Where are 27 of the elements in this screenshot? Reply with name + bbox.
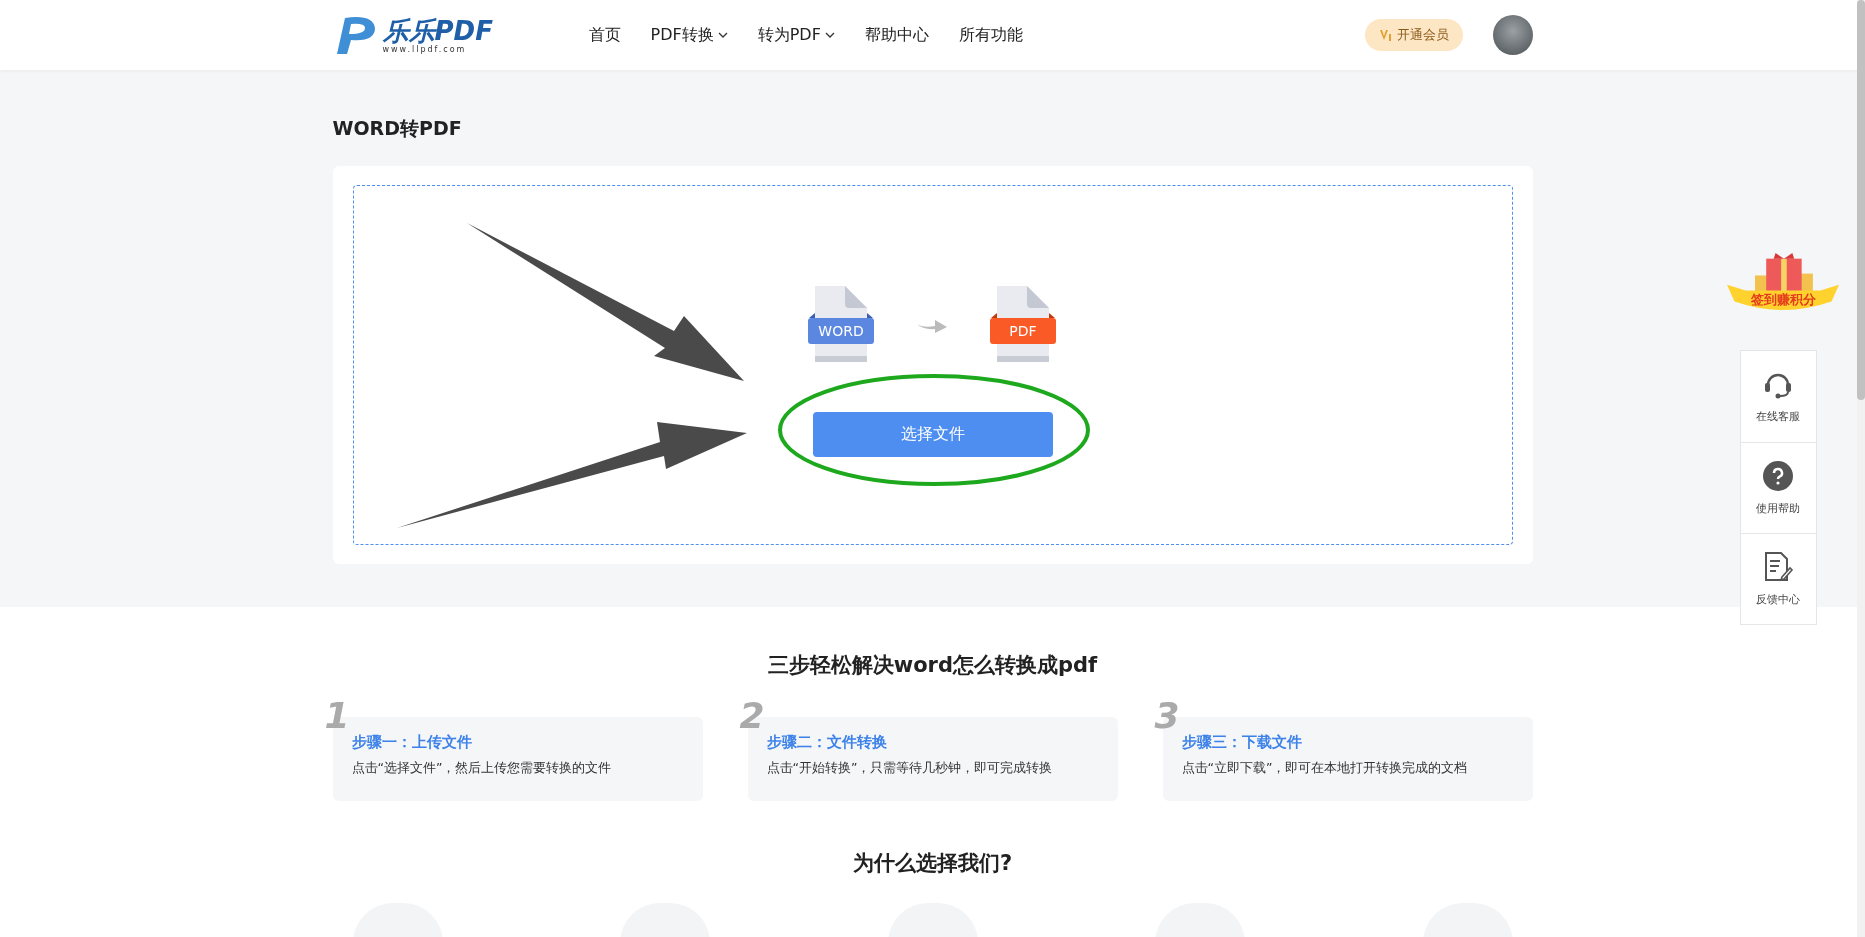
section-heading: 为什么选择我们? <box>851 850 1014 877</box>
nav-link[interactable]: 所有功能 <box>958 24 1023 46</box>
step-title: 步骤二：文件转换 <box>766 733 888 752</box>
step-number: 2 <box>739 695 765 736</box>
step-number: 1 <box>324 695 350 736</box>
user-avatar[interactable] <box>1492 15 1533 55</box>
step-text: 点击“开始转换”，只需等待几秒钟，即可完成转换 <box>766 760 1054 777</box>
logo-name: 乐乐PDF <box>382 16 493 45</box>
section-heading: 三步轻松解决word怎么转换成pdf <box>766 652 1099 679</box>
step-title: 步骤一：上传文件 <box>351 733 473 752</box>
nav-link[interactable]: 帮助中心 <box>864 24 929 46</box>
page-title: WORD转PDF <box>332 116 463 141</box>
step-number: 3 <box>1154 695 1180 736</box>
nav-link[interactable]: PDF转换 <box>650 24 728 46</box>
vip-button[interactable]: 开通会员 <box>1364 19 1463 51</box>
drop-zone[interactable]: WORD PDF 选择文件 <box>352 185 1513 545</box>
nav-link[interactable]: 首页 <box>588 24 621 46</box>
step-title: 步骤三：下载文件 <box>1181 733 1303 752</box>
step-text: 点击“立即下载”，即可在本地打开转换完成的文档 <box>1181 760 1469 777</box>
nav-link[interactable]: 转为PDF <box>757 24 835 46</box>
scrollbar-thumb[interactable] <box>1857 0 1865 400</box>
vip-icon <box>1378 28 1393 42</box>
help-icon <box>1763 460 1793 491</box>
badge-text: 签到赚积分 <box>1750 291 1816 309</box>
document-edit-icon <box>1763 551 1793 582</box>
step-text: 点击“选择文件”，然后上传您需要转换的文件 <box>351 760 613 777</box>
logo-url: www.llpdf.com <box>382 44 468 54</box>
